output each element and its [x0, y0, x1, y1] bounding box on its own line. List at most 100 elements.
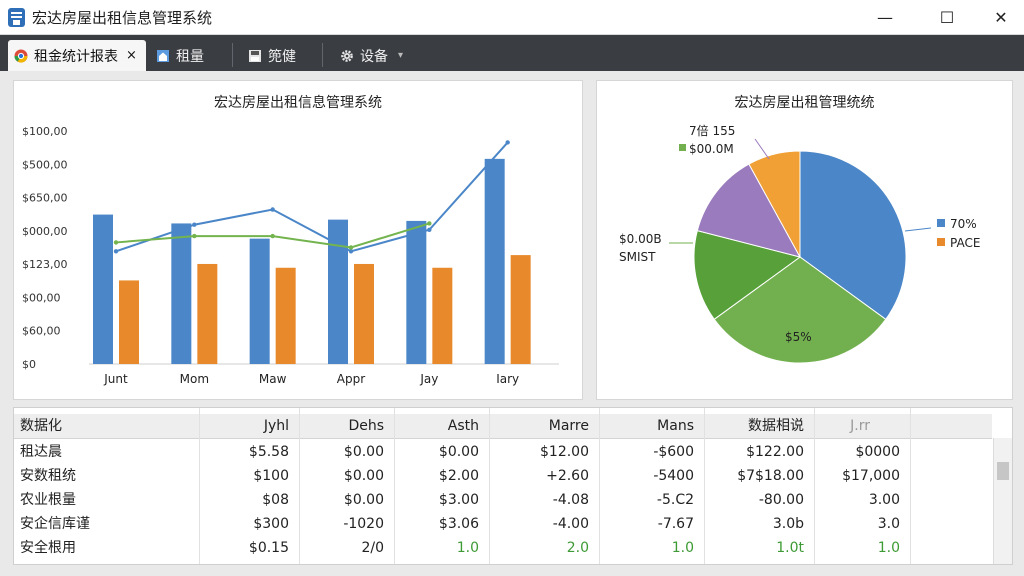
table-cell: 3.00: [868, 492, 900, 508]
title-bar: 宏达房屋出租信息管理系统 — ☐ ✕: [0, 0, 1024, 35]
minimize-button[interactable]: —: [862, 0, 908, 34]
close-button[interactable]: ✕: [978, 0, 1024, 34]
legend-label: 70%: [950, 217, 977, 231]
x-tick-label: Junt: [103, 372, 128, 386]
callout-label: $00.0M: [689, 142, 734, 156]
gear-icon: [341, 49, 353, 62]
bar: [197, 263, 218, 364]
bar: [354, 263, 374, 364]
column-divider: [910, 408, 911, 564]
x-tick-label: Appr: [337, 372, 365, 386]
column-header[interactable]: 数据化: [20, 414, 62, 438]
table-row[interactable]: 安数租统 $100 $0.00 $2.00 +2.60 -5400 $7$18.00 $17,…: [14, 464, 992, 488]
table-row[interactable]: 安企信库谨 $300 -1020 $3.06 -4.00 -7.67 3.0b 3.0: [14, 512, 992, 536]
y-tick-label: $650,00: [22, 192, 68, 205]
y-tick-label: $100,00: [22, 125, 68, 138]
line-point: [348, 249, 354, 254]
data-table: 数据化 Jyhl Dehs Asth Marre Mans 数据相说 J.rr 租达晨 $5.58…: [13, 407, 1013, 565]
bar: [406, 220, 427, 364]
table-cell: $0000: [855, 444, 900, 460]
tab-health[interactable]: 篼健: [248, 40, 296, 71]
scrollbar-thumb[interactable]: [997, 462, 1009, 480]
tab-label: 篼健: [268, 48, 296, 65]
table-cell: -4.00: [552, 516, 589, 532]
callout-leader: [904, 227, 932, 232]
column-divider: [299, 408, 300, 564]
column-header[interactable]: Asth: [448, 414, 479, 438]
tab-rent-stats[interactable]: 租金统计报表 ×: [8, 40, 146, 71]
column-divider: [489, 408, 490, 564]
table-cell: 3.0: [877, 516, 900, 532]
column-header[interactable]: J.rr: [850, 414, 870, 438]
table-cell: $3.00: [438, 492, 479, 508]
table-scrollbar[interactable]: [993, 438, 1012, 564]
column-divider: [704, 408, 705, 564]
table-cell: -7.67: [657, 516, 694, 532]
y-tick-label: $123,00: [22, 258, 68, 271]
line-point: [348, 245, 354, 250]
bar: [249, 238, 270, 364]
column-header[interactable]: Dehs: [348, 414, 384, 438]
line-point: [192, 222, 197, 227]
column-divider: [394, 408, 395, 564]
window-title: 宏达房屋出租信息管理系统: [32, 9, 213, 27]
bar-chart: $100,00 $500,00 $650,00 $000,00 $123,00 $00,0…: [22, 125, 559, 386]
bar: [171, 223, 192, 364]
column-divider: [814, 408, 815, 564]
tab-divider: [232, 43, 233, 67]
table-cell: $0.00: [343, 444, 384, 460]
table-cell: 1.0: [877, 540, 900, 556]
maximize-button[interactable]: ☐: [924, 0, 970, 34]
y-tick-label: $500,00: [22, 158, 68, 171]
table-cell: 1.0: [456, 540, 479, 556]
column-header[interactable]: Marre: [549, 414, 589, 438]
table-cell: $0.00: [343, 492, 384, 508]
table-cell: 租达晨: [20, 444, 62, 460]
slice-label: $5%: [785, 330, 812, 344]
table-row[interactable]: 租达晨 $5.58 $0.00 $0.00 $12.00 -$600 $122.00 $000…: [14, 440, 992, 464]
line-point: [113, 249, 119, 254]
tab-label: 租金统计报表: [34, 48, 118, 65]
table-cell: $3.06: [438, 516, 479, 532]
tab-label: 租量: [176, 48, 204, 65]
column-header[interactable]: 数据相说: [748, 414, 804, 438]
column-header[interactable]: Mans: [657, 414, 694, 438]
table-cell: $5.58: [248, 444, 289, 460]
column-divider: [599, 408, 600, 564]
table-cell: -5400: [653, 468, 694, 484]
table-cell: $0.00: [438, 444, 479, 460]
column-header[interactable]: Jyhl: [264, 414, 289, 438]
tab-close-icon[interactable]: ×: [126, 48, 137, 63]
save-icon: [249, 49, 261, 62]
table-cell: 1.0t: [776, 540, 804, 556]
table-cell: -80.00: [758, 492, 804, 508]
line-point: [505, 140, 510, 145]
table-row[interactable]: 安全根用 $0.15 2/0 1.0 2.0 1.0 1.0t 1.0: [14, 536, 992, 560]
x-tick-label: Mom: [180, 372, 209, 386]
y-tick-label: $000,00: [22, 225, 68, 238]
callout-swatch: [679, 144, 686, 151]
tab-rent[interactable]: 租量: [156, 40, 204, 71]
bar: [432, 267, 453, 364]
table-cell: $12.00: [540, 444, 589, 460]
callout-label: $0.00B: [619, 232, 662, 246]
chrome-icon: [14, 49, 28, 62]
table-cell: $300: [253, 516, 289, 532]
callout-leader: [754, 138, 770, 160]
table-cell: -1020: [343, 516, 384, 532]
table-cell: -5.C2: [656, 492, 694, 508]
tab-settings[interactable]: 设备 ▾: [340, 40, 403, 71]
column-divider: [199, 408, 200, 564]
table-cell: $17,000: [842, 468, 900, 484]
y-tick-label: $00,00: [22, 291, 61, 304]
callout-label: 7倍 155: [689, 123, 735, 138]
chevron-down-icon[interactable]: ▾: [398, 50, 403, 61]
x-tick-label: Jay: [419, 372, 438, 386]
table-row[interactable]: 农业根量 $08 $0.00 $3.00 -4.08 -5.C2 -80.00 3.00: [14, 488, 992, 512]
bar-chart-panel: 宏达房屋出租信息管理系统 $100,00 $500,00 $650,00 $000,0…: [13, 80, 583, 400]
table-cell: $100: [253, 468, 289, 484]
line-point: [427, 227, 432, 232]
app-icon: [8, 8, 25, 27]
pie-chart-panel: 宏达房屋出租管理统统 $5% 7倍 155 $00.0M $0.00B SMIST 70%…: [596, 80, 1013, 400]
bar: [275, 267, 296, 364]
